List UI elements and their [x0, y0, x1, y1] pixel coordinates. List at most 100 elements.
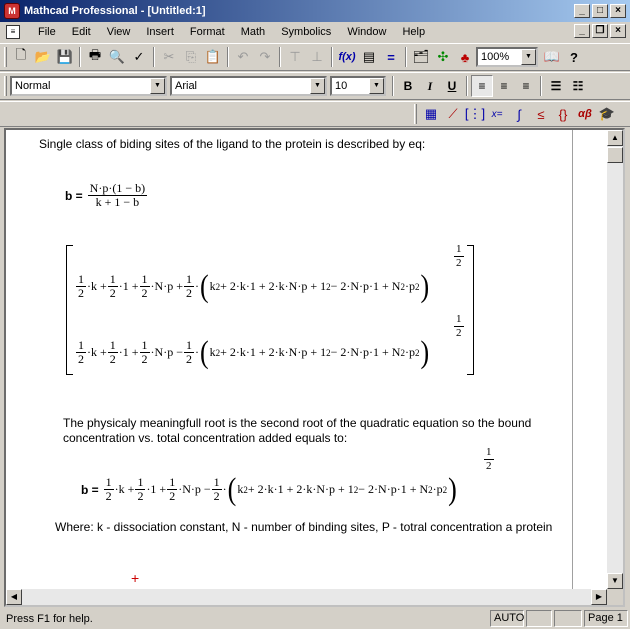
document-icon[interactable]: ≡ [6, 25, 20, 39]
copy-icon[interactable]: ⎘ [180, 46, 202, 68]
style-value: Normal [15, 80, 51, 92]
calculator-palette-icon[interactable]: ▦ [420, 103, 442, 125]
title-bar: M Mathcad Professional - [Untitled:1] _ … [0, 0, 630, 22]
exp-half-3: 12 [484, 446, 494, 472]
align-center-icon[interactable]: ≡ [493, 75, 515, 97]
print-preview-icon[interactable]: 🔍 [106, 46, 128, 68]
new-document-icon[interactable]: 🗋 [10, 46, 32, 68]
intro-text[interactable]: Single class of biding sites of the liga… [39, 137, 559, 152]
menu-symbolics[interactable]: Symbolics [273, 26, 339, 38]
align-right-icon[interactable]: ≡ [515, 75, 537, 97]
redo-icon[interactable]: ↷ [254, 46, 276, 68]
zoom-select[interactable]: 100% ▼ [476, 47, 538, 67]
page-margin-line [572, 130, 573, 590]
status-bar: Press F1 for help. AUTO Page 1 [0, 608, 630, 629]
paragraph-2[interactable]: The physicaly meaningfull root is the se… [63, 416, 553, 446]
paste-icon[interactable]: 📋 [202, 46, 224, 68]
menu-view[interactable]: View [99, 26, 139, 38]
vertical-scrollbar[interactable]: ▲ ▼ [607, 130, 623, 589]
insert-function-icon[interactable]: f(x) [336, 46, 358, 68]
doc-close-button[interactable]: × [610, 24, 626, 38]
eq1-lhs: b = [65, 188, 83, 203]
font-select[interactable]: Arial ▼ [170, 76, 327, 96]
status-page: Page 1 [584, 610, 628, 627]
mathcad-app-icon[interactable]: M [4, 3, 20, 19]
close-button[interactable]: × [610, 4, 626, 18]
style-select[interactable]: Normal ▼ [10, 76, 167, 96]
toolbar-grip[interactable] [4, 76, 7, 96]
chevron-down-icon[interactable]: ▼ [369, 78, 384, 94]
cut-icon[interactable]: ✂ [158, 46, 180, 68]
worksheet[interactable]: Single class of biding sites of the liga… [4, 128, 625, 607]
eq1-numerator: N·p·(1 − b) [87, 181, 148, 196]
component-wizard-icon[interactable]: ✣ [432, 46, 454, 68]
scroll-right-icon[interactable]: ▶ [591, 589, 607, 605]
scroll-corner [607, 589, 623, 605]
roots-matrix[interactable]: 1 2 ·k + 1 2·1 + 1 2 ·N·p + 1 2 ·(k 2 + 2·k·1 + … [66, 245, 474, 375]
vertical-scroll-thumb[interactable] [607, 147, 623, 163]
font-value: Arial [175, 80, 198, 92]
context-help-icon[interactable]: ? [563, 46, 585, 68]
run-mathconnex-icon[interactable]: ♣ [454, 46, 476, 68]
minimize-button[interactable]: _ [574, 4, 590, 18]
exp-half-1: 12 [454, 243, 464, 269]
menu-insert[interactable]: Insert [138, 26, 182, 38]
doc-minimize-button[interactable]: _ [574, 24, 590, 38]
italic-button[interactable]: I [419, 75, 441, 97]
chevron-down-icon[interactable]: ▼ [310, 78, 325, 94]
boolean-palette-icon[interactable]: ≤ [530, 103, 552, 125]
doc-restore-button[interactable]: ❐ [592, 24, 608, 38]
menu-help[interactable]: Help [394, 26, 433, 38]
numbering-icon[interactable]: ☷ [567, 75, 589, 97]
open-folder-icon[interactable]: 📂 [32, 46, 54, 68]
menu-edit[interactable]: Edit [64, 26, 99, 38]
status-empty-1 [526, 610, 552, 627]
equation-bound-concentration[interactable]: b = 1 2 ·k + 1 2·1 + 1 2 ·N·p − 1 2 ·(k 2 + 2·k·… [81, 473, 458, 504]
menu-file[interactable]: File [30, 26, 64, 38]
greek-palette-icon[interactable]: αβ [574, 103, 596, 125]
symbolic-palette-icon[interactable]: 🎓 [596, 103, 618, 125]
scroll-down-icon[interactable]: ▼ [607, 573, 623, 589]
calculate-icon[interactable]: = [380, 46, 402, 68]
formatting-toolbar: Normal ▼ Arial ▼ 10 ▼ B I U ≡ ≡ ≡ ☰ ☷ [0, 72, 630, 100]
horizontal-scrollbar[interactable]: ◀ ▶ [6, 589, 607, 605]
menu-bar: ≡ File Edit View Insert Format Math Symb… [0, 22, 630, 42]
toolbar-grip[interactable] [4, 47, 7, 67]
help-book-icon[interactable]: 📖 [541, 46, 563, 68]
eq1-denominator: k + 1 − b [95, 195, 140, 209]
programming-palette-icon[interactable]: {} [552, 103, 574, 125]
bold-button[interactable]: B [397, 75, 419, 97]
where-text[interactable]: Where: k - dissociation constant, N - nu… [55, 520, 565, 535]
chevron-down-icon[interactable]: ▼ [150, 78, 165, 94]
font-size-select[interactable]: 10 ▼ [330, 76, 386, 96]
resource-center-icon[interactable]: 🗂 [410, 46, 432, 68]
scroll-left-icon[interactable]: ◀ [6, 589, 22, 605]
spell-check-icon[interactable]: ✓ [128, 46, 150, 68]
exp-half-2: 12 [454, 313, 464, 339]
save-icon[interactable]: 💾 [54, 46, 76, 68]
scroll-up-icon[interactable]: ▲ [607, 130, 623, 146]
maximize-button[interactable]: □ [592, 4, 608, 18]
menu-format[interactable]: Format [182, 26, 233, 38]
calculus-palette-icon[interactable]: ∫ [508, 103, 530, 125]
align-top-icon[interactable]: ⊤ [284, 46, 306, 68]
menu-math[interactable]: Math [233, 26, 273, 38]
equation-1[interactable]: b = N·p·(1 − b) k + 1 − b [65, 182, 148, 209]
undo-icon[interactable]: ↶ [232, 46, 254, 68]
insert-unit-icon[interactable]: ▤ [358, 46, 380, 68]
align-left-icon[interactable]: ≡ [471, 75, 493, 97]
matrix-palette-icon[interactable]: [⋮] [464, 103, 486, 125]
graph-palette-icon[interactable]: ⟋ [442, 103, 464, 125]
menu-window[interactable]: Window [339, 26, 394, 38]
evaluation-palette-icon[interactable]: x= [486, 103, 508, 125]
crosshair-cursor-icon: + [131, 570, 140, 586]
chevron-down-icon[interactable]: ▼ [521, 49, 536, 65]
toolbar-grip[interactable] [414, 104, 417, 124]
bullets-icon[interactable]: ☰ [545, 75, 567, 97]
align-bottom-icon[interactable]: ⊥ [306, 46, 328, 68]
root-plus: 1 2 ·k + 1 2·1 + 1 2 ·N·p + 1 2 ·(k 2 + 2·k·1 + … [76, 268, 430, 304]
status-help-text: Press F1 for help. [6, 612, 93, 625]
print-icon[interactable]: 🖶 [84, 46, 106, 68]
underline-button[interactable]: U [441, 75, 463, 97]
standard-toolbar: 🗋 📂 💾 🖶 🔍 ✓ ✂ ⎘ 📋 ↶ ↷ ⊤ ⊥ f(x) ▤ = 🗂 ✣ ♣… [0, 43, 630, 71]
